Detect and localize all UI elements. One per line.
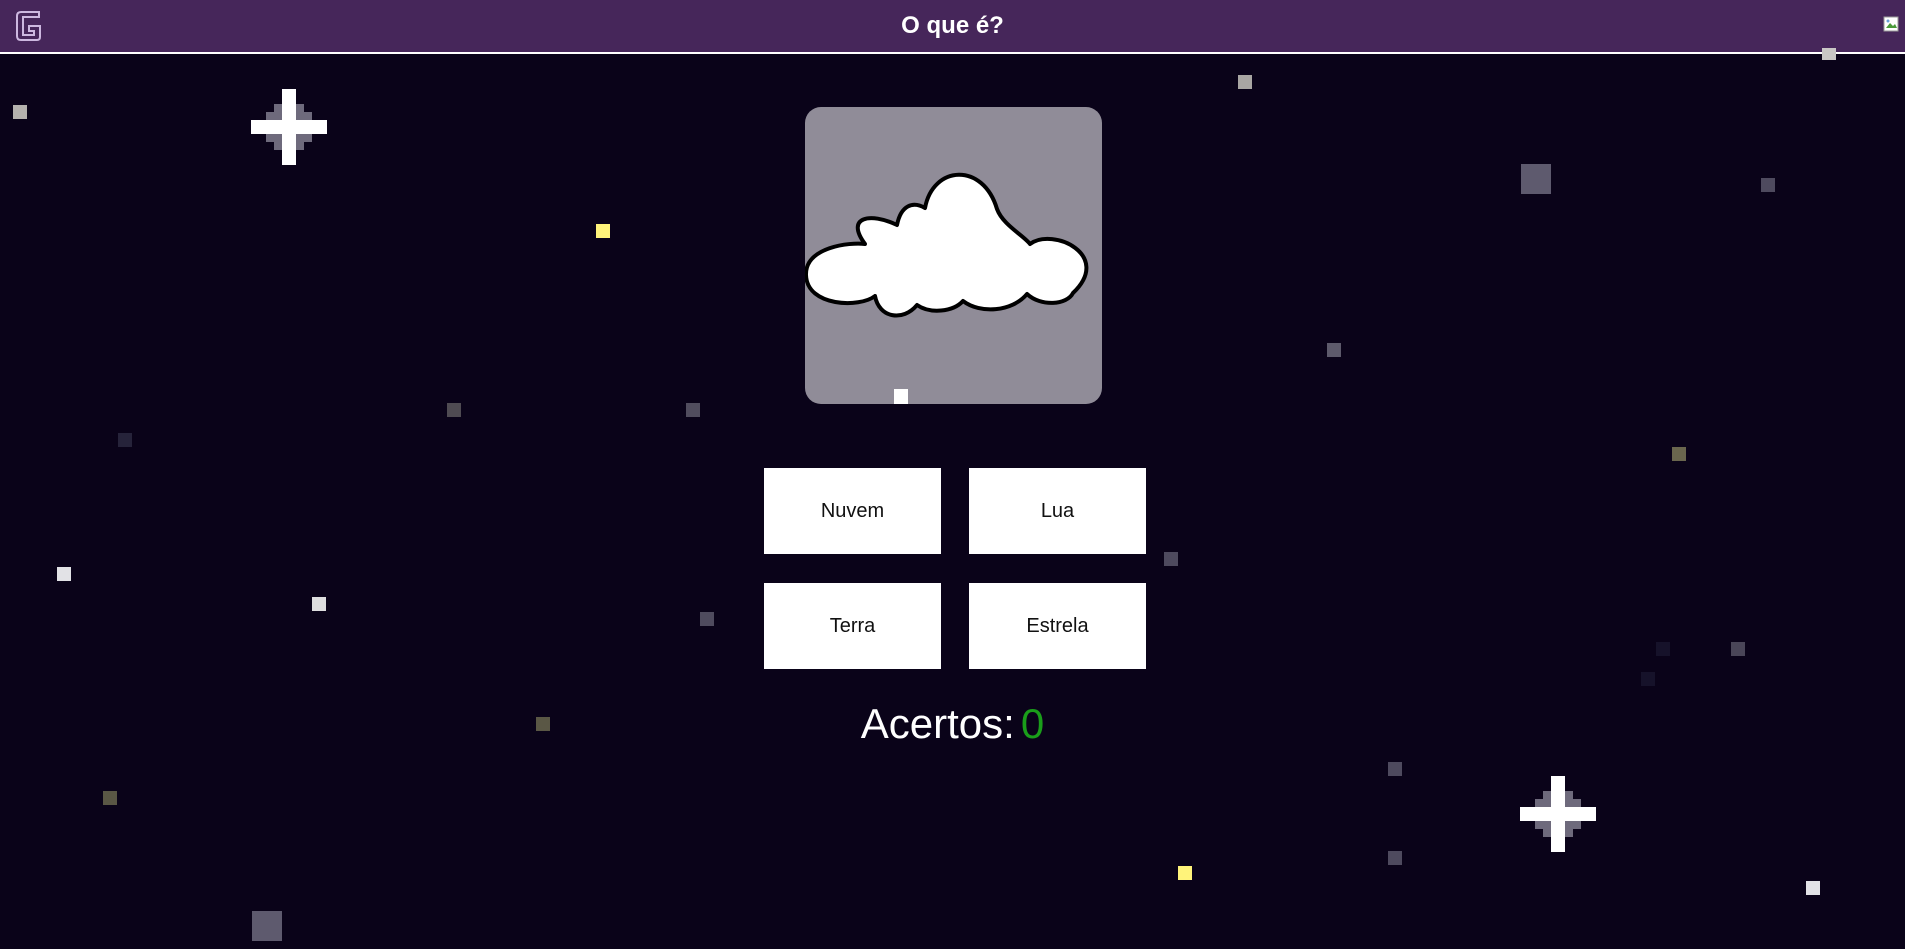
score-display: Acertos: 0 <box>0 700 1905 748</box>
star-pixel-icon <box>1641 672 1655 686</box>
star-pixel-icon <box>252 911 282 941</box>
star-pixel-icon <box>1672 447 1686 461</box>
star-pixel-icon <box>1761 178 1775 192</box>
answer-button-nuvem[interactable]: Nuvem <box>764 468 941 554</box>
cloud-icon <box>805 172 1089 404</box>
star-pixel-icon <box>1164 552 1178 566</box>
answer-button-estrela[interactable]: Estrela <box>969 583 1146 669</box>
star-pixel-icon <box>1731 642 1745 656</box>
star-pixel-icon <box>1178 866 1192 880</box>
star-pixel-icon <box>103 791 117 805</box>
star-pixel-icon <box>57 567 71 581</box>
star-pixel-icon <box>1388 762 1402 776</box>
star-pixel-icon <box>447 403 461 417</box>
star-pixel-icon <box>1521 164 1551 194</box>
score-value: 0 <box>1020 700 1045 747</box>
answer-button-lua[interactable]: Lua <box>969 468 1146 554</box>
star-pixel-icon <box>1238 75 1252 89</box>
star-pixel-icon <box>13 105 27 119</box>
star-pixel-icon <box>1822 48 1836 60</box>
star-pixel-icon <box>1656 642 1670 656</box>
broken-image-icon <box>1883 16 1899 32</box>
score-label: Acertos: <box>860 700 1015 747</box>
star-pixel-icon <box>1388 851 1402 865</box>
star-pixel-icon <box>312 597 326 611</box>
question-card <box>805 107 1102 404</box>
star-pixel-icon <box>700 612 714 626</box>
star-pixel-icon <box>686 403 700 417</box>
star-pixel-icon <box>118 433 132 447</box>
star-pixel-icon <box>1327 343 1341 357</box>
star-pixel-icon <box>596 224 610 238</box>
star-pixel-icon <box>1806 881 1820 895</box>
top-bar: O que é? <box>0 0 1905 54</box>
sparkle-icon <box>1520 776 1596 852</box>
answer-button-terra[interactable]: Terra <box>764 583 941 669</box>
sparkle-icon <box>251 89 327 165</box>
page-title: O que é? <box>901 12 1004 39</box>
